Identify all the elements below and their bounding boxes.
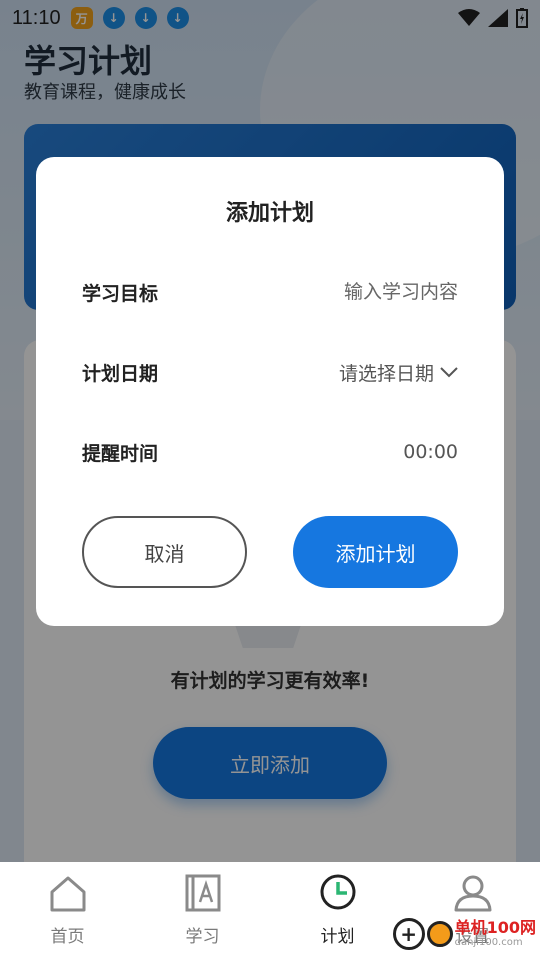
nav-home-label: 首页 (50, 927, 85, 947)
chevron-down-icon (440, 367, 458, 378)
nav-plan[interactable]: 计划 (270, 862, 405, 960)
watermark-plus-icon: + (392, 918, 425, 950)
study-goal-input[interactable] (258, 281, 458, 303)
plan-date-row: 计划日期 请选择日期 (82, 352, 458, 392)
watermark-url: danji100.com (454, 937, 523, 948)
reminder-time-label: 提醒时间 (82, 442, 159, 465)
nav-study-label: 学习 (185, 927, 220, 947)
reminder-time-value[interactable]: 00:00 (403, 441, 458, 463)
dialog-title: 添加计划 (225, 201, 314, 226)
site-watermark: + 单机100网 danji100.com (392, 918, 536, 950)
home-icon (50, 876, 85, 912)
cancel-button[interactable]: 取消 (82, 516, 247, 588)
add-plan-dialog: 添加计划 学习目标 计划日期 请选择日期 提醒时间 00:00 取消 添加计划 (36, 157, 504, 626)
plan-date-value: 请选择日期 (338, 362, 434, 385)
add-plan-button[interactable]: 添加计划 (293, 516, 458, 588)
study-goal-row: 学习目标 (82, 272, 458, 312)
watermark-text-group: 单机100网 danji100.com (455, 920, 536, 948)
reminder-time-row: 提醒时间 00:00 (82, 432, 458, 472)
nav-plan-label: 计划 (320, 927, 355, 947)
nav-home[interactable]: 首页 (0, 862, 135, 960)
plan-date-select[interactable]: 请选择日期 (339, 359, 458, 386)
plan-date-label: 计划日期 (82, 362, 159, 385)
nav-study[interactable]: 学习 (135, 862, 270, 960)
study-icon (185, 874, 220, 912)
user-icon (454, 875, 491, 912)
watermark-dot-icon (426, 921, 453, 947)
clock-icon (320, 874, 355, 910)
study-goal-label: 学习目标 (82, 282, 159, 305)
watermark-text: 单机100网 (454, 918, 536, 937)
